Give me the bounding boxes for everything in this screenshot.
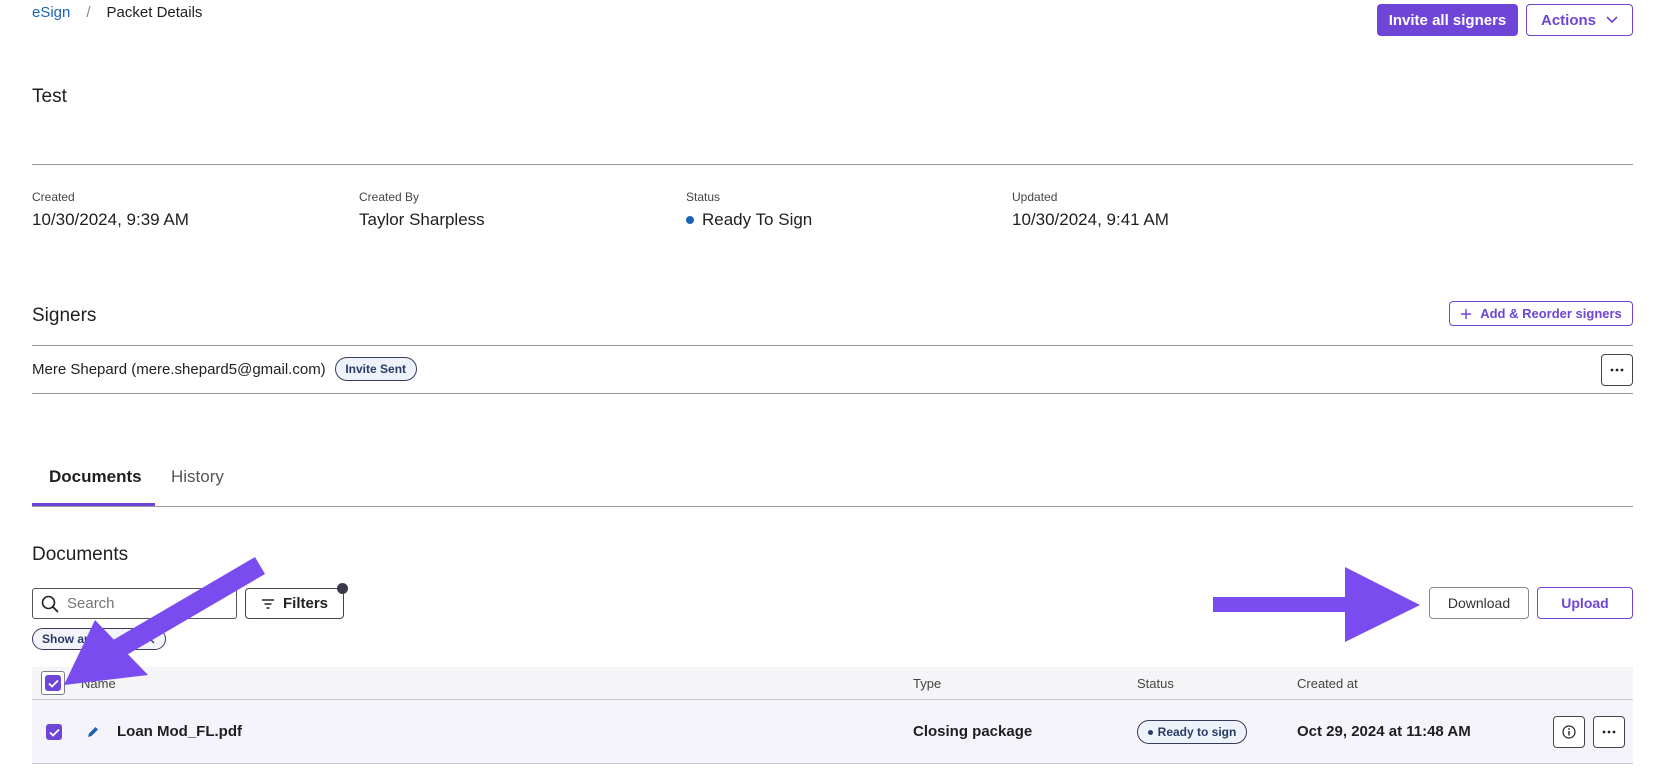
annotation-arrow: [64, 557, 1420, 685]
annotation-arrow-checkbox: [64, 557, 265, 685]
meta-label: Updated: [1012, 190, 1058, 204]
signers-bottom-divider: [32, 393, 1633, 394]
tab-documents[interactable]: Documents: [49, 467, 142, 487]
status-value-row: Ready To Sign: [686, 210, 812, 230]
meta-value: 10/30/2024, 9:39 AM: [32, 210, 189, 229]
table-header: [32, 667, 1633, 700]
signer-row: Mere Shepard (mere.shepard5@gmail.com) I…: [32, 357, 417, 381]
invite-sent-badge: Invite Sent: [334, 357, 417, 381]
breadcrumb-separator: /: [86, 3, 91, 21]
status-dot: [1147, 729, 1153, 735]
more-horizontal-icon: [1610, 368, 1624, 372]
status-dot: [686, 216, 694, 224]
document-name[interactable]: Loan Mod_FL.pdf: [117, 723, 242, 740]
select-all-checkbox[interactable]: [45, 675, 61, 691]
add-reorder-signers-button[interactable]: Add & Reorder signers: [1449, 301, 1633, 326]
close-icon[interactable]: [145, 634, 155, 644]
column-header-status[interactable]: Status: [1137, 676, 1174, 691]
meta-created-by: Created By Taylor Sharpless: [359, 190, 485, 230]
row-checkbox[interactable]: [46, 724, 62, 740]
column-header-type[interactable]: Type: [913, 676, 941, 691]
meta-created: Created 10/30/2024, 9:39 AM: [32, 190, 189, 230]
signer-name: Mere Shepard (mere.shepard5@gmail.com): [32, 360, 326, 378]
actions-label: Actions: [1540, 11, 1596, 29]
tabs-divider: [32, 506, 1633, 507]
chevron-down-icon: [1606, 16, 1618, 24]
meta-value: Ready To Sign: [702, 210, 813, 229]
documents-title: Documents: [32, 544, 129, 565]
meta-value: Taylor Sharpless: [359, 210, 485, 229]
meta-value: 10/30/2024, 9:41 AM: [1012, 210, 1169, 229]
actions-button[interactable]: Actions: [1526, 4, 1633, 36]
filters-button[interactable]: Filters: [245, 588, 344, 619]
info-icon: [1562, 725, 1576, 739]
tab-history[interactable]: History: [171, 467, 224, 487]
search-icon: [41, 595, 59, 613]
title-divider: [32, 164, 1633, 165]
column-header-created[interactable]: Created at: [1297, 676, 1358, 691]
document-more-button[interactable]: [1593, 716, 1625, 748]
document-status-badge: Ready to sign: [1137, 720, 1247, 744]
breadcrumb: eSign / Packet Details: [32, 2, 202, 22]
meta-label: Created: [32, 190, 75, 204]
signers-top-divider: [32, 345, 1633, 346]
plus-icon: [1461, 308, 1472, 319]
add-reorder-label: Add & Reorder signers: [1480, 306, 1622, 321]
search-input[interactable]: [65, 594, 215, 613]
signers-title: Signers: [32, 305, 97, 326]
meta-status: Status Ready To Sign: [686, 190, 812, 230]
meta-label: Status: [686, 190, 721, 204]
document-info-button[interactable]: [1553, 716, 1585, 748]
filters-indicator-dot: [337, 583, 348, 594]
filter-chip-label: Show au: [42, 632, 92, 646]
document-status-label: Ready to sign: [1157, 725, 1237, 739]
signer-more-button[interactable]: [1601, 354, 1633, 386]
breadcrumb-esign-link[interactable]: eSign: [32, 4, 70, 21]
document-type: Closing package: [913, 723, 1033, 740]
page-title: Test: [32, 86, 67, 107]
document-created: Oct 29, 2024 at 11:48 AM: [1297, 723, 1471, 740]
select-all-checkbox-wrap[interactable]: [41, 671, 65, 695]
filters-label: Filters: [282, 595, 328, 612]
more-horizontal-icon: [1602, 730, 1616, 734]
meta-label: Created By: [359, 190, 420, 204]
pencil-icon[interactable]: [86, 725, 100, 739]
invite-all-label: Invite all signers: [1388, 11, 1507, 29]
check-icon: [48, 728, 60, 737]
filter-chip[interactable]: Show au: [32, 628, 166, 650]
meta-updated: Updated 10/30/2024, 9:41 AM: [1012, 190, 1169, 230]
check-icon: [47, 679, 59, 688]
column-header-name[interactable]: Name: [81, 676, 116, 691]
invite-all-signers-button[interactable]: Invite all signers: [1377, 4, 1518, 36]
search-field[interactable]: [32, 588, 237, 619]
upload-button[interactable]: Upload: [1537, 587, 1633, 619]
filter-icon: [261, 598, 274, 609]
download-label: Download: [1447, 595, 1511, 611]
upload-label: Upload: [1561, 595, 1609, 611]
download-button[interactable]: Download: [1429, 587, 1529, 619]
annotation-arrow-download: [1213, 567, 1420, 642]
breadcrumb-current: Packet Details: [106, 3, 203, 21]
